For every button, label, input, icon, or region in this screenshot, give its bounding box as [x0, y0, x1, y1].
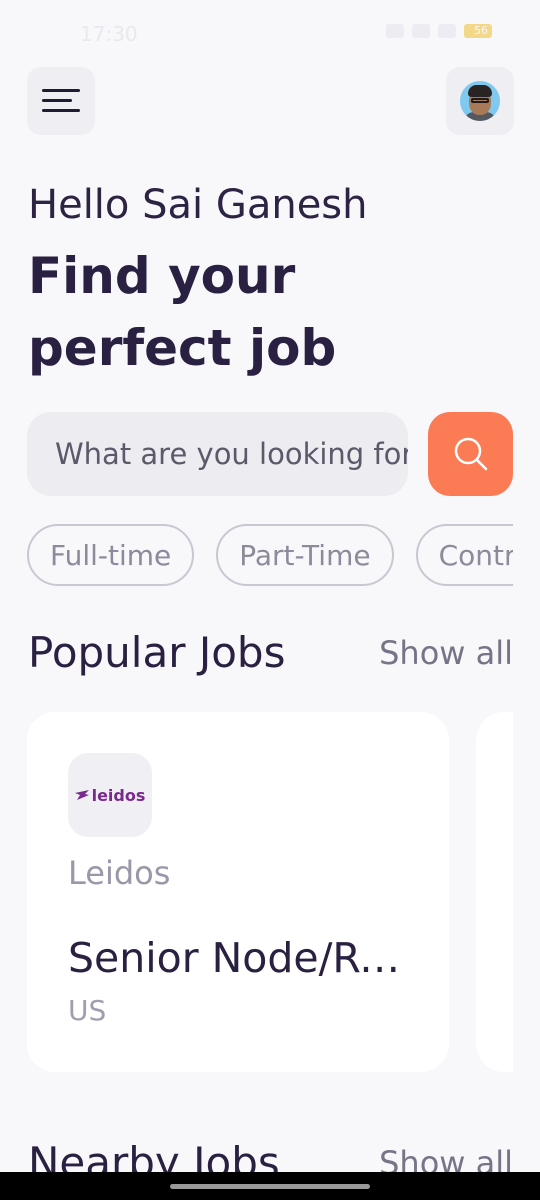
battery-icon: 56: [464, 24, 492, 38]
search-input[interactable]: [55, 437, 408, 471]
job-card-next[interactable]: [476, 712, 513, 1072]
battery-level: 56: [474, 24, 488, 37]
job-card[interactable]: leidos Leidos Senior Node/React Develope…: [27, 712, 449, 1072]
signal-icon: [438, 24, 456, 38]
greeting-text: Hello Sai Ganesh: [28, 182, 368, 228]
avatar: [460, 81, 500, 121]
company-logo: leidos: [68, 753, 152, 837]
menu-button[interactable]: [27, 67, 95, 135]
status-icons: 56: [386, 24, 492, 38]
call-icon: [412, 24, 430, 38]
job-type-filters: Full-time Part-Time Contract: [27, 524, 513, 588]
search-field[interactable]: [27, 412, 408, 496]
page-title: Find your perfect job: [28, 247, 337, 377]
search-button[interactable]: [428, 412, 513, 496]
search-icon: [454, 437, 487, 471]
hamburger-menu-icon: [42, 89, 80, 113]
job-location: US: [68, 994, 107, 1027]
filter-chip-part-time[interactable]: Part-Time: [216, 524, 394, 586]
profile-button[interactable]: [446, 67, 514, 135]
popular-jobs-header: Popular Jobs Show all: [28, 628, 513, 677]
company-logo-text: leidos: [91, 785, 146, 805]
system-navigation-bar: [0, 1172, 540, 1200]
popular-jobs-show-all-link[interactable]: Show all: [379, 634, 513, 672]
popular-jobs-title: Popular Jobs: [28, 628, 286, 677]
job-title: Senior Node/React Developer: [68, 934, 418, 982]
company-name: Leidos: [68, 854, 171, 892]
wifi-icon: [386, 24, 404, 38]
filter-chip-contract[interactable]: Contract: [415, 524, 513, 586]
status-bar: 17:30 56: [0, 0, 540, 60]
leidos-logo-mark: [74, 790, 89, 800]
status-time: 17:30: [80, 22, 138, 46]
home-gesture-handle[interactable]: [170, 1184, 370, 1189]
filter-chip-full-time[interactable]: Full-time: [27, 524, 195, 586]
